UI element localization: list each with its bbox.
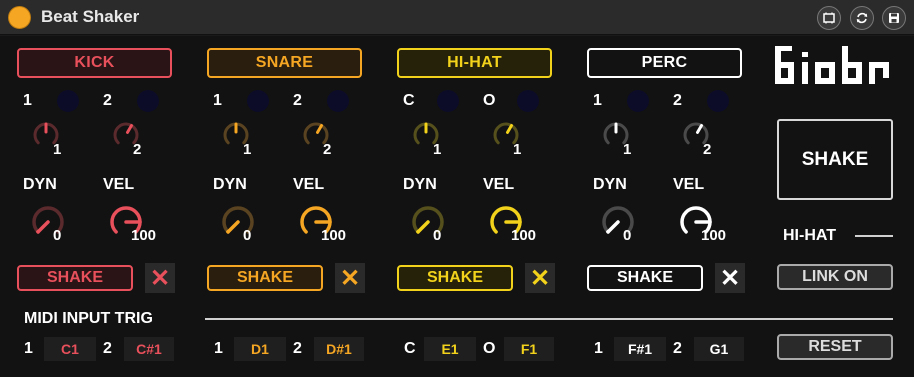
kick-sub1-led	[57, 90, 79, 112]
kick-vel-value: 100	[131, 227, 157, 244]
device-panel: KICK 1 2 1 2 DYN VEL 0 100 SHAKE ✕ 1 C1 2 C#1 SNARE…	[0, 36, 914, 377]
snare-sub2-led	[327, 90, 349, 112]
snare-clear-button[interactable]: ✕	[335, 263, 365, 293]
hihat-dyn-label: DYN	[403, 176, 437, 193]
snare-vel-label: VEL	[293, 176, 325, 193]
perc-pitch2-value: 2	[703, 141, 712, 158]
perc-sub1-label: 1	[593, 92, 602, 109]
title-bar: Beat Shaker	[0, 0, 914, 35]
kick-sub2-label: 2	[103, 92, 112, 109]
hihat-pitch1-value: 1	[433, 141, 442, 158]
snare-vel-value: 100	[321, 227, 347, 244]
hihat-vel-value: 100	[511, 227, 537, 244]
snare-sub2-label: 2	[293, 92, 302, 109]
kick-dyn-value: 0	[53, 227, 62, 244]
master-shake-button[interactable]: SHAKE	[777, 119, 893, 200]
window-icon[interactable]	[817, 6, 841, 30]
perc-dyn-value: 0	[623, 227, 632, 244]
kick-midi-label2: 2	[103, 340, 112, 357]
link-target-label: HI-HAT	[783, 227, 837, 244]
snare-pitch1-value: 1	[243, 141, 252, 158]
perc-midi-label1: 1	[594, 340, 603, 357]
perc-midi-note2[interactable]: G1	[694, 337, 744, 361]
kick-label[interactable]: KICK	[17, 48, 172, 78]
kick-sub2-led	[137, 90, 159, 112]
snare-midi-note1[interactable]: D1	[234, 337, 286, 361]
hihat-vel-label: VEL	[483, 176, 515, 193]
hihat-dyn-value: 0	[433, 227, 442, 244]
kick-sub1-label: 1	[23, 92, 32, 109]
hihat-midi-label1: C	[404, 340, 416, 357]
hihat-pitch2-value: 1	[513, 141, 522, 158]
snare-sub1-led	[247, 90, 269, 112]
kick-vel-label: VEL	[103, 176, 135, 193]
perc-label[interactable]: PERC	[587, 48, 742, 78]
kick-clear-button[interactable]: ✕	[145, 263, 175, 293]
snare-dyn-value: 0	[243, 227, 252, 244]
biobi-logo	[775, 46, 889, 84]
kick-dyn-label: DYN	[23, 176, 57, 193]
hihat-sub2-led	[517, 90, 539, 112]
perc-sub2-led	[707, 90, 729, 112]
kick-midi-label1: 1	[24, 340, 33, 357]
hihat-sub2-label: O	[483, 92, 496, 109]
perc-dyn-label: DYN	[593, 176, 627, 193]
save-icon[interactable]	[882, 6, 906, 30]
kick-shake-button[interactable]: SHAKE	[17, 265, 133, 291]
perc-midi-label2: 2	[673, 340, 682, 357]
perc-clear-button[interactable]: ✕	[715, 263, 745, 293]
midi-input-trig-title: MIDI INPUT TRIG	[24, 310, 153, 327]
kick-midi-note1[interactable]: C1	[44, 337, 96, 361]
snare-midi-label2: 2	[293, 340, 302, 357]
kick-pitch1-value: 1	[53, 141, 62, 158]
perc-vel-label: VEL	[673, 176, 705, 193]
window-title: Beat Shaker	[41, 7, 140, 26]
hihat-label[interactable]: HI-HAT	[397, 48, 552, 78]
snare-pitch2-value: 2	[323, 141, 332, 158]
hihat-clear-button[interactable]: ✕	[525, 263, 555, 293]
snare-midi-label1: 1	[214, 340, 223, 357]
link-target-line	[855, 235, 893, 237]
device-power-button[interactable]	[8, 6, 31, 29]
hihat-midi-note1[interactable]: E1	[424, 337, 476, 361]
snare-midi-note2[interactable]: D#1	[314, 337, 364, 361]
perc-midi-note1[interactable]: F#1	[614, 337, 666, 361]
hihat-midi-label2: O	[483, 340, 496, 357]
perc-pitch1-value: 1	[623, 141, 632, 158]
snare-sub1-label: 1	[213, 92, 222, 109]
snare-dyn-label: DYN	[213, 176, 247, 193]
perc-sub2-label: 2	[673, 92, 682, 109]
snare-label[interactable]: SNARE	[207, 48, 362, 78]
midi-divider	[205, 318, 893, 320]
kick-midi-note2[interactable]: C#1	[124, 337, 174, 361]
snare-shake-button[interactable]: SHAKE	[207, 265, 323, 291]
hihat-sub1-label: C	[403, 92, 415, 109]
hihat-sub1-led	[437, 90, 459, 112]
kick-pitch2-value: 2	[133, 141, 142, 158]
perc-shake-button[interactable]: SHAKE	[587, 265, 703, 291]
perc-vel-value: 100	[701, 227, 727, 244]
hihat-midi-note2[interactable]: F1	[504, 337, 554, 361]
link-on-button[interactable]: LINK ON	[777, 264, 893, 290]
perc-sub1-led	[627, 90, 649, 112]
reset-button[interactable]: RESET	[777, 334, 893, 360]
refresh-icon[interactable]	[850, 6, 874, 30]
hihat-shake-button[interactable]: SHAKE	[397, 265, 513, 291]
